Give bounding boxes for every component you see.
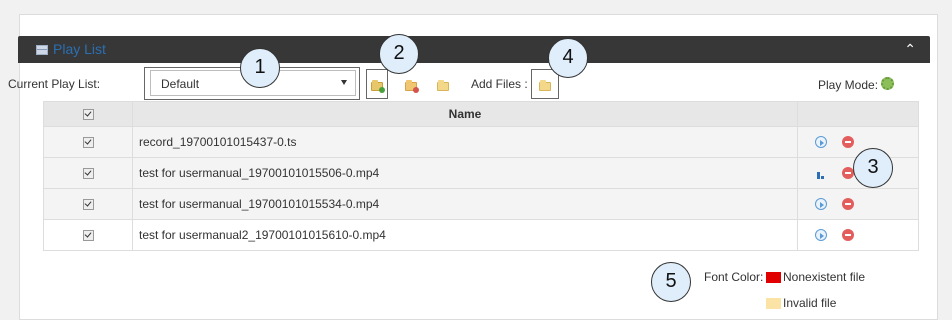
now-playing-icon [817, 169, 825, 179]
play-icon[interactable] [815, 229, 827, 241]
row-checkbox[interactable] [82, 168, 94, 180]
add-files-icon[interactable] [539, 80, 551, 91]
panel-header: Play List ⌃ [18, 36, 930, 63]
table-row[interactable]: test for usermanual_19700101015506-0.mp4 [43, 157, 919, 189]
table-row[interactable]: test for usermanual2_19700101015610-0.mp… [43, 219, 919, 251]
table-row[interactable]: test for usermanual_19700101015534-0.mp4 [43, 188, 919, 220]
remove-icon[interactable] [842, 198, 854, 210]
name-column-header: Name [132, 101, 798, 127]
playlist-select-value: Default [161, 77, 200, 91]
playlist-table: Name record_19700101015437-0.ts test for… [43, 101, 919, 251]
open-playlist-icon[interactable] [437, 80, 449, 91]
delete-playlist-icon[interactable] [405, 80, 419, 93]
remove-icon[interactable] [842, 229, 854, 241]
invalid-label: Invalid file [783, 296, 837, 310]
gear-icon[interactable] [881, 77, 894, 90]
callout-4: 4 [548, 38, 588, 78]
actions-column-header [797, 101, 919, 127]
callout-2: 2 [379, 34, 419, 74]
remove-icon[interactable] [842, 136, 854, 148]
play-mode-label: Play Mode: [818, 78, 879, 92]
add-files-label: Add Files : [471, 77, 528, 91]
select-all-checkbox[interactable] [82, 109, 94, 121]
play-icon[interactable] [815, 198, 827, 210]
nonexistent-swatch [766, 272, 781, 283]
file-name: test for usermanual_19700101015534-0.mp4 [139, 197, 380, 211]
font-color-label: Font Color: [704, 270, 764, 284]
row-checkbox[interactable] [82, 199, 94, 211]
select-all-cell [43, 101, 133, 127]
new-playlist-icon[interactable] [371, 80, 385, 93]
file-name: record_19700101015437-0.ts [139, 135, 297, 149]
file-name: test for usermanual_19700101015506-0.mp4 [139, 166, 380, 180]
collapse-icon[interactable]: ⌃ [904, 41, 916, 57]
panel-title: Play List [53, 41, 106, 57]
table-row[interactable]: record_19700101015437-0.ts [43, 126, 919, 158]
nonexistent-label: Nonexistent file [783, 270, 866, 284]
file-name: test for usermanual2_19700101015610-0.mp… [139, 228, 386, 242]
current-playlist-label: Current Play List: [8, 77, 101, 91]
chevron-down-icon [341, 80, 347, 85]
play-icon[interactable] [815, 136, 827, 148]
invalid-swatch [766, 298, 781, 309]
table-icon [36, 45, 48, 55]
callout-1: 1 [240, 48, 280, 88]
row-checkbox[interactable] [82, 230, 94, 242]
callout-5: 5 [651, 262, 691, 302]
row-checkbox[interactable] [82, 137, 94, 149]
callout-3: 3 [853, 148, 893, 188]
